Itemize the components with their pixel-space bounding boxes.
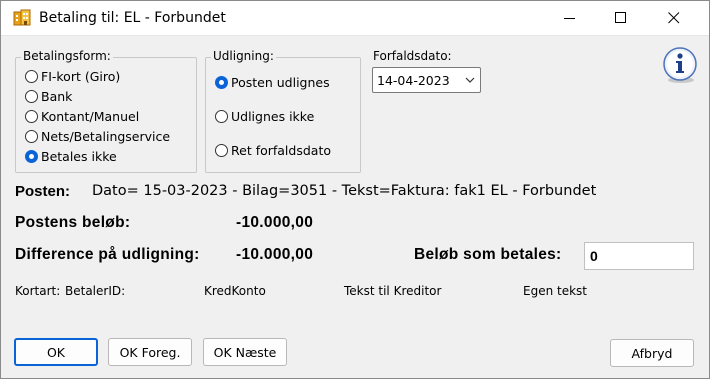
beloeb-som-betales-value: 0 (590, 248, 598, 264)
beloeb-som-betales-label: Beløb som betales: (414, 246, 562, 263)
forfaldsdato-label: Forfaldsdato: (373, 49, 452, 63)
radio-button[interactable] (215, 109, 228, 123)
betalingsform-label: Betalingsform: (21, 49, 113, 63)
radio-udlignes-ikke[interactable]: Udlignes ikke (215, 108, 314, 124)
radio-label: Kontant/Manuel (41, 108, 140, 124)
forfaldsdato-value: 14-04-2023 (377, 73, 450, 88)
radio-label: Ret forfaldsdato (231, 142, 331, 158)
maximize-button[interactable] (598, 1, 644, 35)
building-app-icon (13, 9, 31, 26)
udligning-label: Udligning: (211, 49, 276, 63)
ok-button[interactable]: OK (14, 338, 98, 366)
radio-button-selected[interactable] (25, 149, 38, 163)
radio-label: Bank (41, 88, 73, 104)
info-icon[interactable] (661, 46, 699, 84)
radio-fi-kort[interactable]: FI-kort (Giro) (25, 68, 120, 84)
egen-tekst-label: Egen tekst (523, 284, 587, 298)
ok-foreg-button[interactable]: OK Foreg. (108, 338, 192, 366)
radio-label: Betales ikke (41, 148, 117, 164)
radio-label: Nets/Betalingservice (41, 128, 171, 144)
radio-posten-udlignes[interactable]: Posten udlignes (215, 74, 330, 90)
kortart-label: Kortart: (15, 284, 61, 298)
posten-text: Dato= 15-03-2023 - Bilag=3051 - Tekst=Fa… (92, 183, 597, 199)
title-bar: Betaling til: EL - Forbundet (1, 1, 709, 36)
radio-button[interactable] (25, 109, 38, 123)
minimize-button[interactable] (547, 1, 593, 35)
afbryd-button[interactable]: Afbryd (610, 339, 694, 367)
minimize-icon (564, 18, 575, 19)
tekst-til-kreditor-label: Tekst til Kreditor (344, 284, 442, 298)
ok-naeste-button[interactable]: OK Næste (203, 338, 287, 366)
radio-button[interactable] (215, 143, 228, 157)
radio-button[interactable] (25, 129, 38, 143)
close-icon (668, 12, 680, 24)
difference-value: -10.000,00 (236, 246, 314, 263)
radio-nets[interactable]: Nets/Betalingservice (25, 128, 170, 144)
radio-betales-ikke[interactable]: Betales ikke (25, 148, 117, 164)
radio-kontant[interactable]: Kontant/Manuel (25, 108, 139, 124)
payment-dialog: Betaling til: EL - Forbundet Betalingsfo… (0, 0, 710, 379)
postens-beloeb-value: -10.000,00 (236, 214, 314, 231)
radio-button[interactable] (25, 69, 38, 83)
beloeb-som-betales-input[interactable]: 0 (584, 242, 694, 270)
kred-konto-label: KredKonto (204, 284, 266, 298)
radio-label: Udlignes ikke (231, 108, 315, 124)
forfaldsdato-select[interactable]: 14-04-2023 (372, 67, 481, 93)
radio-bank[interactable]: Bank (25, 88, 72, 104)
maximize-icon (615, 12, 626, 23)
difference-label: Difference på udligning: (15, 246, 200, 263)
close-button[interactable] (651, 1, 697, 35)
postens-beloeb-label: Postens beløb: (15, 214, 131, 231)
chevron-down-icon (465, 77, 475, 83)
radio-ret-forfaldsdato[interactable]: Ret forfaldsdato (215, 142, 331, 158)
radio-button[interactable] (25, 89, 38, 103)
posten-label: Posten: (15, 183, 71, 200)
betaler-id-label: BetalerID: (65, 284, 126, 298)
radio-label: FI-kort (Giro) (41, 68, 121, 84)
window-title: Betaling til: EL - Forbundet (39, 10, 226, 26)
radio-button-selected[interactable] (215, 75, 228, 89)
radio-label: Posten udlignes (231, 74, 330, 90)
